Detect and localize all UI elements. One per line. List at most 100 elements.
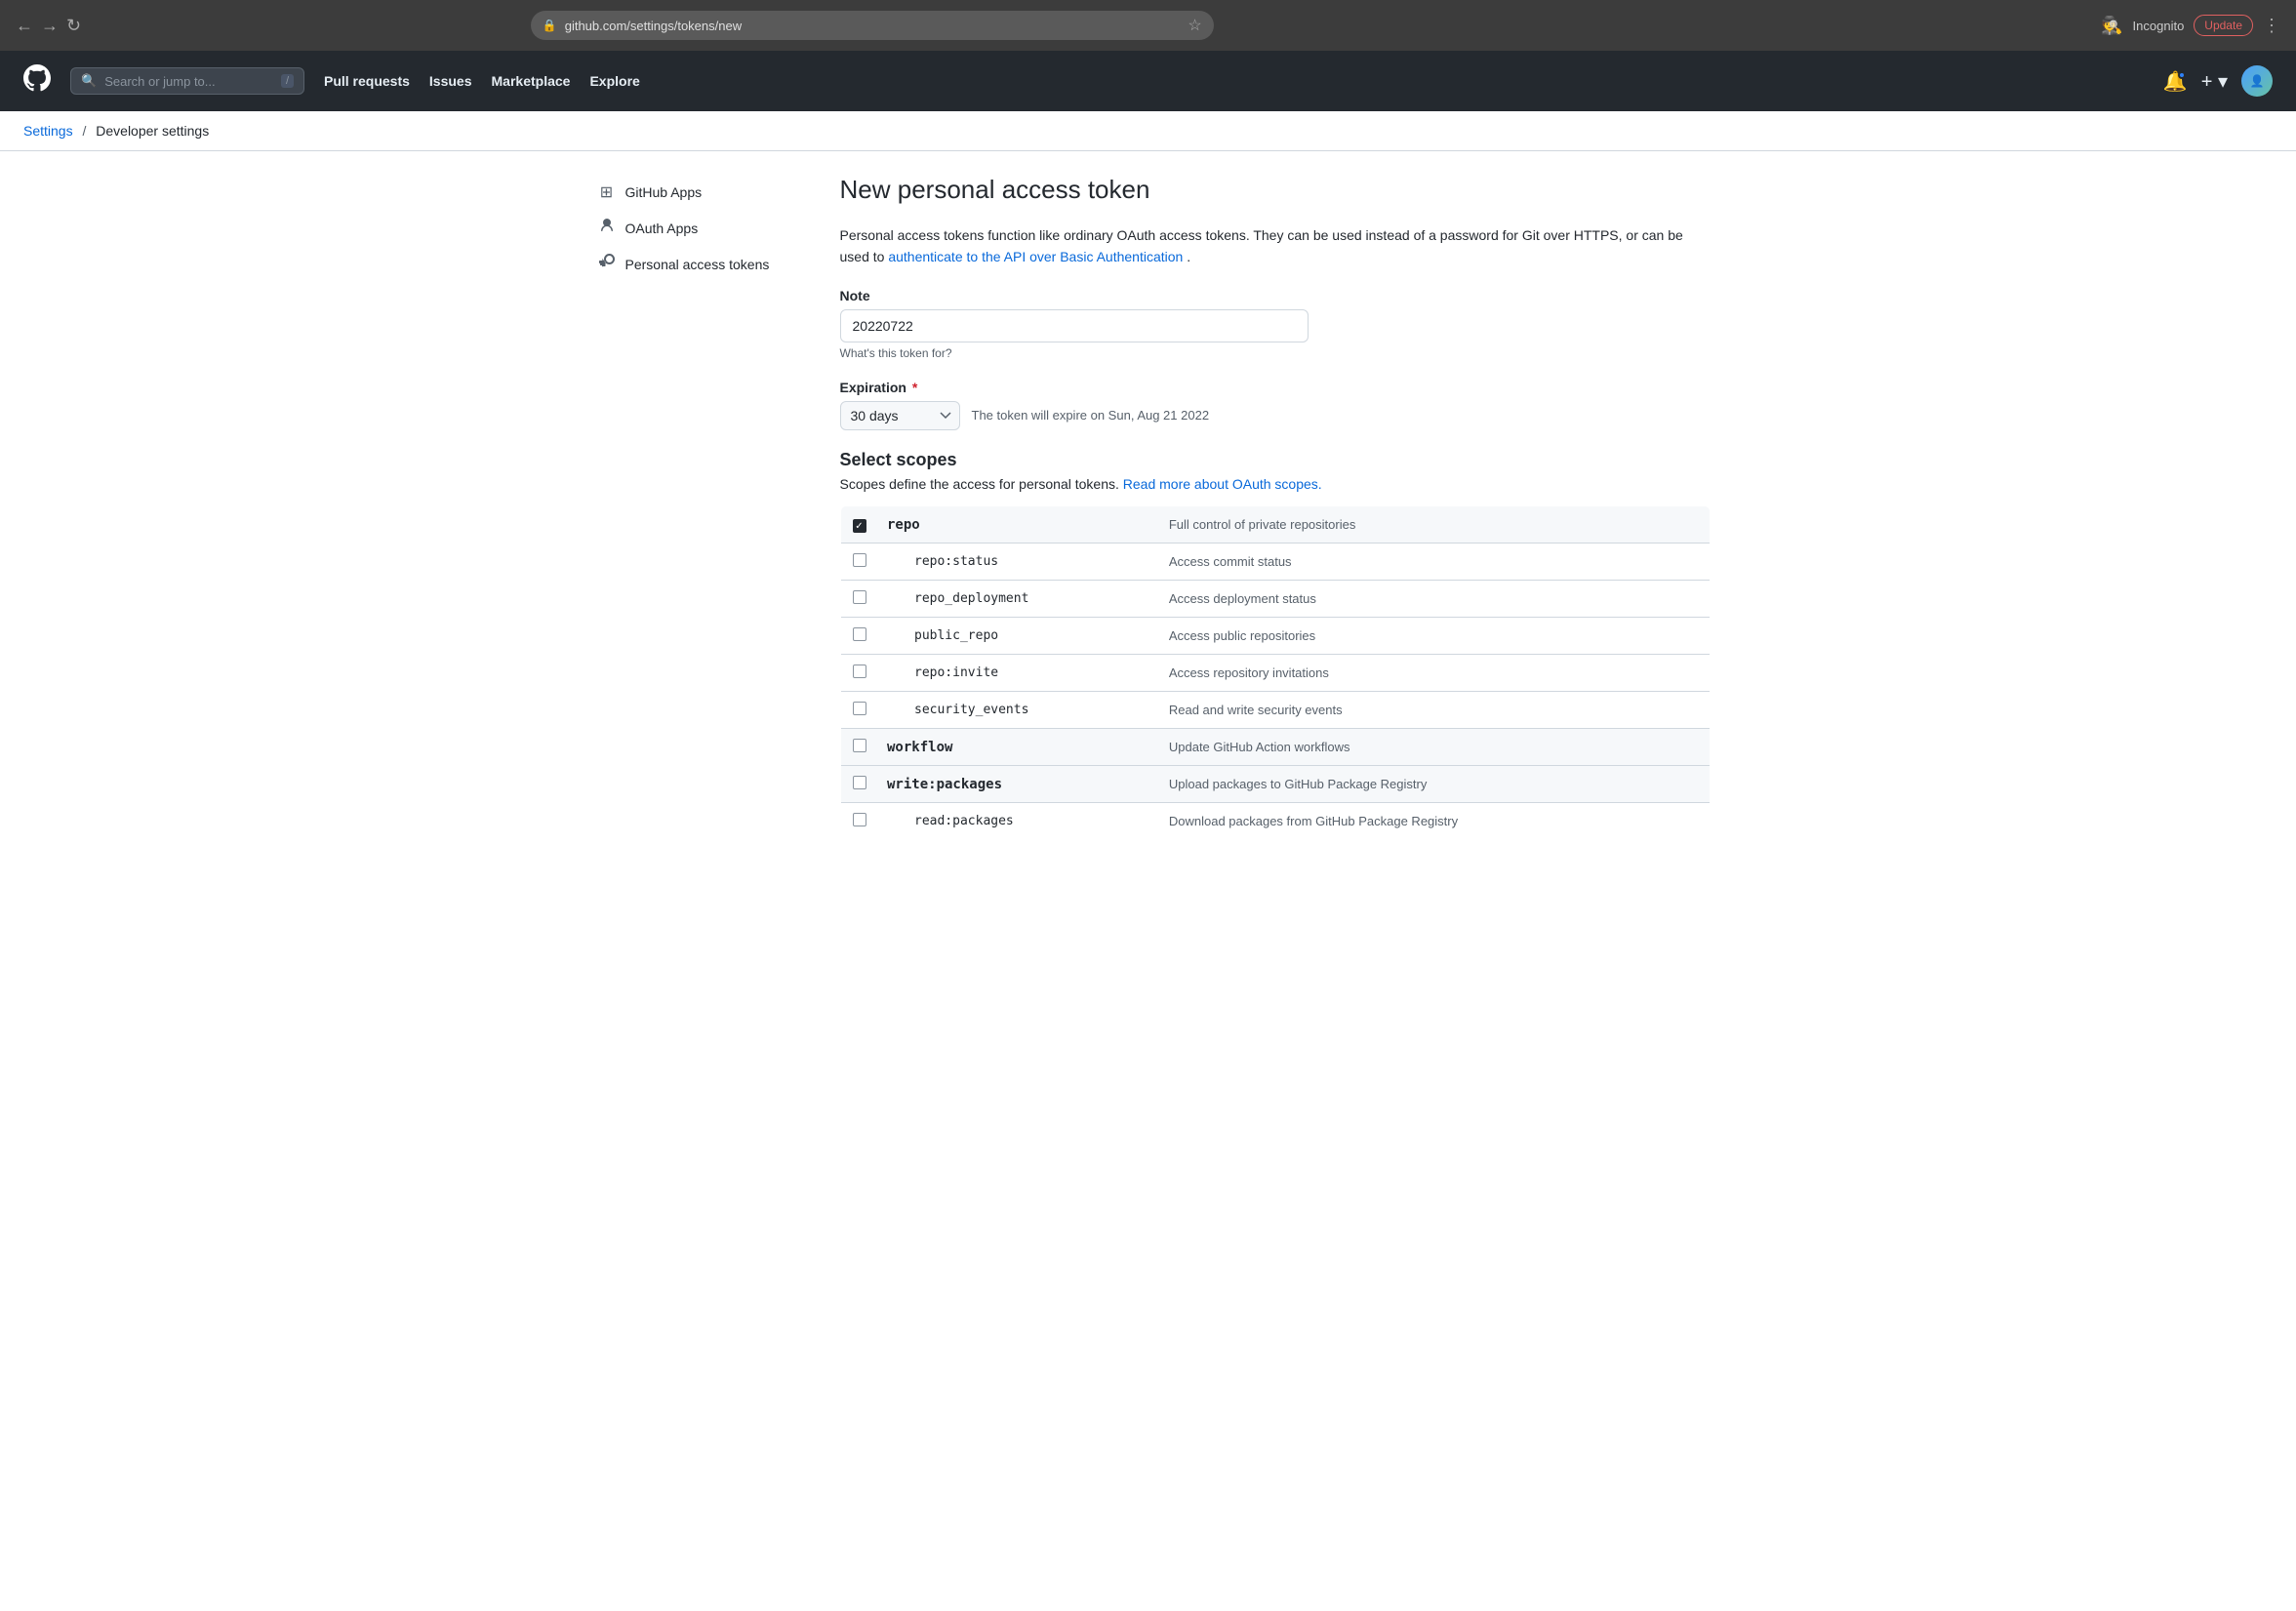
search-box[interactable]: 🔍 Search or jump to... /: [70, 67, 304, 95]
back-button[interactable]: ←: [16, 17, 33, 34]
avatar[interactable]: 👤: [2241, 65, 2273, 97]
scope-row-workflow: workflow Update GitHub Action workflows: [840, 729, 1710, 766]
nav-pull-requests[interactable]: Pull requests: [324, 73, 410, 89]
scope-check-repo-deployment[interactable]: [840, 581, 879, 618]
scopes-desc-prefix: Scopes define the access for personal to…: [840, 476, 1123, 492]
checkbox-read-packages[interactable]: [853, 813, 866, 826]
notification-dot: [2178, 71, 2186, 79]
page-title: New personal access token: [840, 175, 1711, 205]
expiration-select[interactable]: 7 days 30 days 60 days 90 days Custom No…: [840, 401, 960, 430]
sidebar-item-label: GitHub Apps: [625, 184, 703, 200]
scope-check-repo-invite[interactable]: [840, 655, 879, 692]
forward-button[interactable]: →: [41, 17, 59, 34]
scope-name-repo-deployment: repo_deployment: [879, 581, 1157, 618]
incognito-badge: Incognito: [2133, 19, 2185, 33]
refresh-button[interactable]: ↻: [66, 17, 81, 34]
scope-name-write-packages: write:packages: [879, 766, 1157, 803]
search-slash: /: [281, 74, 294, 88]
scope-name-security-events: security_events: [879, 692, 1157, 729]
description: Personal access tokens function like ord…: [840, 224, 1711, 268]
extension-incognito-icon[interactable]: 🕵: [2101, 16, 2122, 36]
key-icon: [598, 254, 616, 274]
url-text: github.com/settings/tokens/new: [565, 19, 1181, 33]
scope-desc-security-events: Read and write security events: [1157, 692, 1710, 729]
sidebar-item-github-apps[interactable]: ⊞ GitHub Apps: [586, 175, 801, 210]
breadcrumb: Settings / Developer settings: [0, 111, 2296, 151]
browser-nav-buttons: ← → ↻: [16, 17, 81, 34]
expiration-note: The token will expire on Sun, Aug 21 202…: [972, 408, 1210, 423]
scopes-table: ✓ repo Full control of private repositor…: [840, 505, 1711, 841]
checkbox-repo-checked[interactable]: ✓: [853, 519, 866, 533]
checkbox-workflow[interactable]: [853, 739, 866, 752]
checkbox-public-repo[interactable]: [853, 627, 866, 641]
scope-name-repo-status: repo:status: [879, 544, 1157, 581]
current-page: Developer settings: [96, 123, 209, 139]
checkbox-repo-status[interactable]: [853, 553, 866, 567]
note-input[interactable]: [840, 309, 1309, 342]
nav-issues[interactable]: Issues: [429, 73, 472, 89]
checkbox-security-events[interactable]: [853, 702, 866, 715]
scope-check-workflow[interactable]: [840, 729, 879, 766]
scope-check-public-repo[interactable]: [840, 618, 879, 655]
note-label: Note: [840, 288, 1711, 303]
expiration-row: 7 days 30 days 60 days 90 days Custom No…: [840, 401, 1711, 430]
sidebar-item-oauth-apps[interactable]: OAuth Apps: [586, 210, 801, 246]
scope-desc-repo-status: Access commit status: [1157, 544, 1710, 581]
required-star: *: [912, 380, 917, 395]
scopes-desc-link[interactable]: Read more about OAuth scopes.: [1123, 476, 1322, 492]
settings-link[interactable]: Settings: [23, 123, 73, 139]
github-header: 🔍 Search or jump to... / Pull requests I…: [0, 51, 2296, 111]
note-hint: What's this token for?: [840, 346, 1711, 360]
search-placeholder: Search or jump to...: [104, 74, 215, 89]
browser-right-controls: 🕵 Incognito Update ⋮: [2101, 15, 2280, 36]
notifications-button[interactable]: 🔔: [2163, 69, 2188, 94]
main-content: New personal access token Personal acces…: [840, 175, 1711, 840]
scope-row-write-packages: write:packages Upload packages to GitHub…: [840, 766, 1710, 803]
scope-desc-repo: Full control of private repositories: [1157, 505, 1710, 544]
scope-check-repo-status[interactable]: [840, 544, 879, 581]
nav-explore[interactable]: Explore: [589, 73, 639, 89]
address-bar[interactable]: 🔒 github.com/settings/tokens/new ☆: [531, 11, 1214, 40]
scope-desc-workflow: Update GitHub Action workflows: [1157, 729, 1710, 766]
scope-name-workflow: workflow: [879, 729, 1157, 766]
description-text-suffix: .: [1187, 249, 1190, 264]
update-button[interactable]: Update: [2194, 15, 2253, 36]
description-link[interactable]: authenticate to the API over Basic Authe…: [888, 249, 1183, 264]
scope-desc-repo-deployment: Access deployment status: [1157, 581, 1710, 618]
scope-row-repo-deployment: repo_deployment Access deployment status: [840, 581, 1710, 618]
header-right: 🔔 + ▾ 👤: [2163, 65, 2273, 97]
scope-check-read-packages[interactable]: [840, 803, 879, 840]
expiration-form-group: Expiration * 7 days 30 days 60 days 90 d…: [840, 380, 1711, 430]
checkbox-write-packages[interactable]: [853, 776, 866, 789]
scope-desc-public-repo: Access public repositories: [1157, 618, 1710, 655]
scopes-title: Select scopes: [840, 450, 1711, 470]
scope-name-read-packages: read:packages: [879, 803, 1157, 840]
github-logo[interactable]: [23, 64, 51, 99]
scopes-section: Select scopes Scopes define the access f…: [840, 450, 1711, 841]
note-form-group: Note What's this token for?: [840, 288, 1711, 360]
nav-marketplace[interactable]: Marketplace: [492, 73, 571, 89]
sidebar-item-label: Personal access tokens: [625, 257, 770, 272]
scope-name-repo-invite: repo:invite: [879, 655, 1157, 692]
scope-name-repo: repo: [879, 505, 1157, 544]
lock-icon: 🔒: [543, 19, 557, 32]
breadcrumb-separator: /: [82, 123, 86, 139]
sidebar-item-personal-access-tokens[interactable]: Personal access tokens: [586, 246, 801, 282]
checkbox-repo-deployment[interactable]: [853, 590, 866, 604]
browser-menu-button[interactable]: ⋮: [2263, 16, 2280, 36]
new-item-button[interactable]: + ▾: [2201, 69, 2228, 94]
scope-name-public-repo: public_repo: [879, 618, 1157, 655]
scope-check-repo[interactable]: ✓: [840, 505, 879, 544]
checkbox-repo-invite[interactable]: [853, 665, 866, 678]
scope-check-write-packages[interactable]: [840, 766, 879, 803]
scope-check-security-events[interactable]: [840, 692, 879, 729]
sidebar-item-label: OAuth Apps: [625, 221, 699, 236]
scope-desc-repo-invite: Access repository invitations: [1157, 655, 1710, 692]
page-layout: ⊞ GitHub Apps OAuth Apps Personal access…: [563, 175, 1734, 840]
scope-row-repo: ✓ repo Full control of private repositor…: [840, 505, 1710, 544]
main-nav: Pull requests Issues Marketplace Explore: [324, 73, 640, 89]
scope-row-security-events: security_events Read and write security …: [840, 692, 1710, 729]
bookmark-icon[interactable]: ☆: [1188, 16, 1201, 35]
scope-desc-read-packages: Download packages from GitHub Package Re…: [1157, 803, 1710, 840]
scope-row-public-repo: public_repo Access public repositories: [840, 618, 1710, 655]
